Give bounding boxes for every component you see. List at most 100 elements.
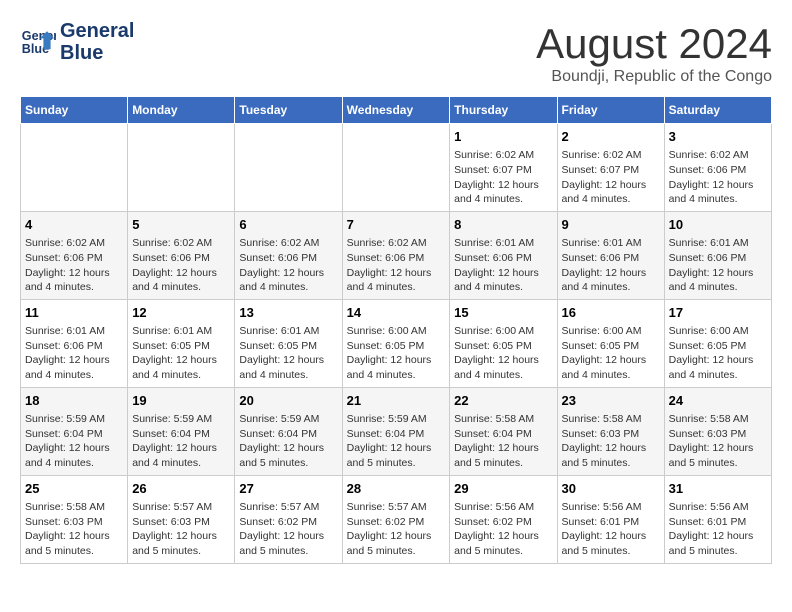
day-number: 26 bbox=[132, 480, 230, 498]
day-info: Sunrise: 6:02 AM Sunset: 6:07 PM Dayligh… bbox=[562, 148, 660, 207]
day-info: Sunrise: 6:01 AM Sunset: 6:06 PM Dayligh… bbox=[669, 236, 767, 295]
day-info: Sunrise: 5:59 AM Sunset: 6:04 PM Dayligh… bbox=[347, 412, 446, 471]
logo: General Blue General Blue bbox=[20, 20, 134, 64]
day-info: Sunrise: 5:57 AM Sunset: 6:02 PM Dayligh… bbox=[347, 500, 446, 559]
calendar-cell: 22 Sunrise: 5:58 AM Sunset: 6:04 PM Dayli… bbox=[450, 387, 557, 475]
calendar-cell: 29Sunrise: 5:56 AM Sunset: 6:02 PM Dayli… bbox=[450, 475, 557, 563]
calendar-week-5: 25Sunrise: 5:58 AM Sunset: 6:03 PM Dayli… bbox=[21, 475, 772, 563]
day-number: 17 bbox=[669, 304, 767, 322]
day-info: Sunrise: 5:56 AM Sunset: 6:01 PM Dayligh… bbox=[669, 500, 767, 559]
day-number: 3 bbox=[669, 128, 767, 146]
weekday-header-monday: Monday bbox=[128, 97, 235, 124]
day-info: Sunrise: 6:00 AM Sunset: 6:05 PM Dayligh… bbox=[669, 324, 767, 383]
calendar-cell: 19Sunrise: 5:59 AM Sunset: 6:04 PM Dayli… bbox=[128, 387, 235, 475]
day-info: Sunrise: 5:58 AM Sunset: 6:03 PM Dayligh… bbox=[669, 412, 767, 471]
calendar-week-4: 18 Sunrise: 5:59 AM Sunset: 6:04 PM Dayli… bbox=[21, 387, 772, 475]
weekday-header-wednesday: Wednesday bbox=[342, 97, 450, 124]
calendar-cell bbox=[342, 124, 450, 212]
day-number: 7 bbox=[347, 216, 446, 234]
day-number: 20 bbox=[239, 392, 337, 410]
day-info: Sunrise: 6:01 AM Sunset: 6:06 PM Dayligh… bbox=[25, 324, 123, 383]
calendar-cell: 9 Sunrise: 6:01 AM Sunset: 6:06 PM Daylig… bbox=[557, 211, 664, 299]
day-info: Sunrise: 5:57 AM Sunset: 6:02 PM Dayligh… bbox=[239, 500, 337, 559]
day-number: 21 bbox=[347, 392, 446, 410]
calendar-cell: 16 Sunrise: 6:00 AM Sunset: 6:05 PM Dayli… bbox=[557, 299, 664, 387]
calendar-cell: 1 Sunrise: 6:02 AM Sunset: 6:07 PM Daylig… bbox=[450, 124, 557, 212]
calendar-week-3: 11 Sunrise: 6:01 AM Sunset: 6:06 PM Dayli… bbox=[21, 299, 772, 387]
day-number: 24 bbox=[669, 392, 767, 410]
day-info: Sunrise: 5:58 AM Sunset: 6:03 PM Dayligh… bbox=[25, 500, 123, 559]
day-number: 13 bbox=[239, 304, 337, 322]
day-info: Sunrise: 5:57 AM Sunset: 6:03 PM Dayligh… bbox=[132, 500, 230, 559]
day-info: Sunrise: 6:00 AM Sunset: 6:05 PM Dayligh… bbox=[562, 324, 660, 383]
calendar-cell: 8 Sunrise: 6:01 AM Sunset: 6:06 PM Daylig… bbox=[450, 211, 557, 299]
day-number: 9 bbox=[562, 216, 660, 234]
day-number: 8 bbox=[454, 216, 552, 234]
day-number: 23 bbox=[562, 392, 660, 410]
day-info: Sunrise: 5:56 AM Sunset: 6:01 PM Dayligh… bbox=[562, 500, 660, 559]
calendar-cell: 7Sunrise: 6:02 AM Sunset: 6:06 PM Daylig… bbox=[342, 211, 450, 299]
day-number: 27 bbox=[239, 480, 337, 498]
day-number: 16 bbox=[562, 304, 660, 322]
day-number: 18 bbox=[25, 392, 123, 410]
day-number: 5 bbox=[132, 216, 230, 234]
calendar-cell: 4 Sunrise: 6:02 AM Sunset: 6:06 PM Daylig… bbox=[21, 211, 128, 299]
calendar-cell: 21 Sunrise: 5:59 AM Sunset: 6:04 PM Dayli… bbox=[342, 387, 450, 475]
day-number: 31 bbox=[669, 480, 767, 498]
day-number: 11 bbox=[25, 304, 123, 322]
day-info: Sunrise: 6:02 AM Sunset: 6:06 PM Dayligh… bbox=[669, 148, 767, 207]
day-info: Sunrise: 6:01 AM Sunset: 6:05 PM Dayligh… bbox=[132, 324, 230, 383]
day-info: Sunrise: 5:59 AM Sunset: 6:04 PM Dayligh… bbox=[25, 412, 123, 471]
calendar-cell: 5 Sunrise: 6:02 AM Sunset: 6:06 PM Daylig… bbox=[128, 211, 235, 299]
calendar-cell: 17 Sunrise: 6:00 AM Sunset: 6:05 PM Dayli… bbox=[664, 299, 771, 387]
day-info: Sunrise: 6:02 AM Sunset: 6:06 PM Dayligh… bbox=[132, 236, 230, 295]
calendar-cell: 18 Sunrise: 5:59 AM Sunset: 6:04 PM Dayli… bbox=[21, 387, 128, 475]
calendar-cell: 24 Sunrise: 5:58 AM Sunset: 6:03 PM Dayli… bbox=[664, 387, 771, 475]
calendar-cell: 30 Sunrise: 5:56 AM Sunset: 6:01 PM Dayli… bbox=[557, 475, 664, 563]
location-subtitle: Boundji, Republic of the Congo bbox=[536, 68, 772, 86]
day-info: Sunrise: 6:02 AM Sunset: 6:06 PM Dayligh… bbox=[25, 236, 123, 295]
calendar-header-row: SundayMondayTuesdayWednesdayThursdayFrid… bbox=[21, 97, 772, 124]
day-info: Sunrise: 5:59 AM Sunset: 6:04 PM Dayligh… bbox=[239, 412, 337, 471]
calendar-cell: 12 Sunrise: 6:01 AM Sunset: 6:05 PM Dayli… bbox=[128, 299, 235, 387]
day-number: 30 bbox=[562, 480, 660, 498]
day-number: 12 bbox=[132, 304, 230, 322]
calendar-cell: 23 Sunrise: 5:58 AM Sunset: 6:03 PM Dayli… bbox=[557, 387, 664, 475]
calendar-cell: 2Sunrise: 6:02 AM Sunset: 6:07 PM Daylig… bbox=[557, 124, 664, 212]
calendar-table: SundayMondayTuesdayWednesdayThursdayFrid… bbox=[20, 96, 772, 564]
calendar-cell: 26 Sunrise: 5:57 AM Sunset: 6:03 PM Dayli… bbox=[128, 475, 235, 563]
day-info: Sunrise: 6:00 AM Sunset: 6:05 PM Dayligh… bbox=[347, 324, 446, 383]
calendar-cell: 15Sunrise: 6:00 AM Sunset: 6:05 PM Dayli… bbox=[450, 299, 557, 387]
calendar-cell: 20 Sunrise: 5:59 AM Sunset: 6:04 PM Dayli… bbox=[235, 387, 342, 475]
day-number: 10 bbox=[669, 216, 767, 234]
calendar-cell: 25Sunrise: 5:58 AM Sunset: 6:03 PM Dayli… bbox=[21, 475, 128, 563]
logo-blue: Blue bbox=[60, 42, 134, 64]
logo-icon: General Blue bbox=[20, 24, 56, 60]
day-number: 19 bbox=[132, 392, 230, 410]
day-number: 1 bbox=[454, 128, 552, 146]
weekday-header-sunday: Sunday bbox=[21, 97, 128, 124]
day-info: Sunrise: 6:02 AM Sunset: 6:06 PM Dayligh… bbox=[239, 236, 337, 295]
calendar-cell: 14 Sunrise: 6:00 AM Sunset: 6:05 PM Dayli… bbox=[342, 299, 450, 387]
day-info: Sunrise: 6:02 AM Sunset: 6:07 PM Dayligh… bbox=[454, 148, 552, 207]
logo-general: General bbox=[60, 20, 134, 42]
title-block: August 2024 Boundji, Republic of the Con… bbox=[536, 20, 772, 86]
calendar-cell bbox=[235, 124, 342, 212]
day-info: Sunrise: 6:01 AM Sunset: 6:06 PM Dayligh… bbox=[454, 236, 552, 295]
day-info: Sunrise: 5:58 AM Sunset: 6:03 PM Dayligh… bbox=[562, 412, 660, 471]
weekday-header-saturday: Saturday bbox=[664, 97, 771, 124]
weekday-header-thursday: Thursday bbox=[450, 97, 557, 124]
calendar-cell: 27 Sunrise: 5:57 AM Sunset: 6:02 PM Dayli… bbox=[235, 475, 342, 563]
day-number: 15 bbox=[454, 304, 552, 322]
day-number: 28 bbox=[347, 480, 446, 498]
day-number: 14 bbox=[347, 304, 446, 322]
calendar-cell: 6Sunrise: 6:02 AM Sunset: 6:06 PM Daylig… bbox=[235, 211, 342, 299]
day-info: Sunrise: 5:58 AM Sunset: 6:04 PM Dayligh… bbox=[454, 412, 552, 471]
day-number: 22 bbox=[454, 392, 552, 410]
day-number: 4 bbox=[25, 216, 123, 234]
page-header: General Blue General Blue August 2024 Bo… bbox=[20, 20, 772, 86]
calendar-cell: 31 Sunrise: 5:56 AM Sunset: 6:01 PM Dayli… bbox=[664, 475, 771, 563]
day-info: Sunrise: 6:01 AM Sunset: 6:06 PM Dayligh… bbox=[562, 236, 660, 295]
calendar-cell bbox=[128, 124, 235, 212]
calendar-cell: 13Sunrise: 6:01 AM Sunset: 6:05 PM Dayli… bbox=[235, 299, 342, 387]
